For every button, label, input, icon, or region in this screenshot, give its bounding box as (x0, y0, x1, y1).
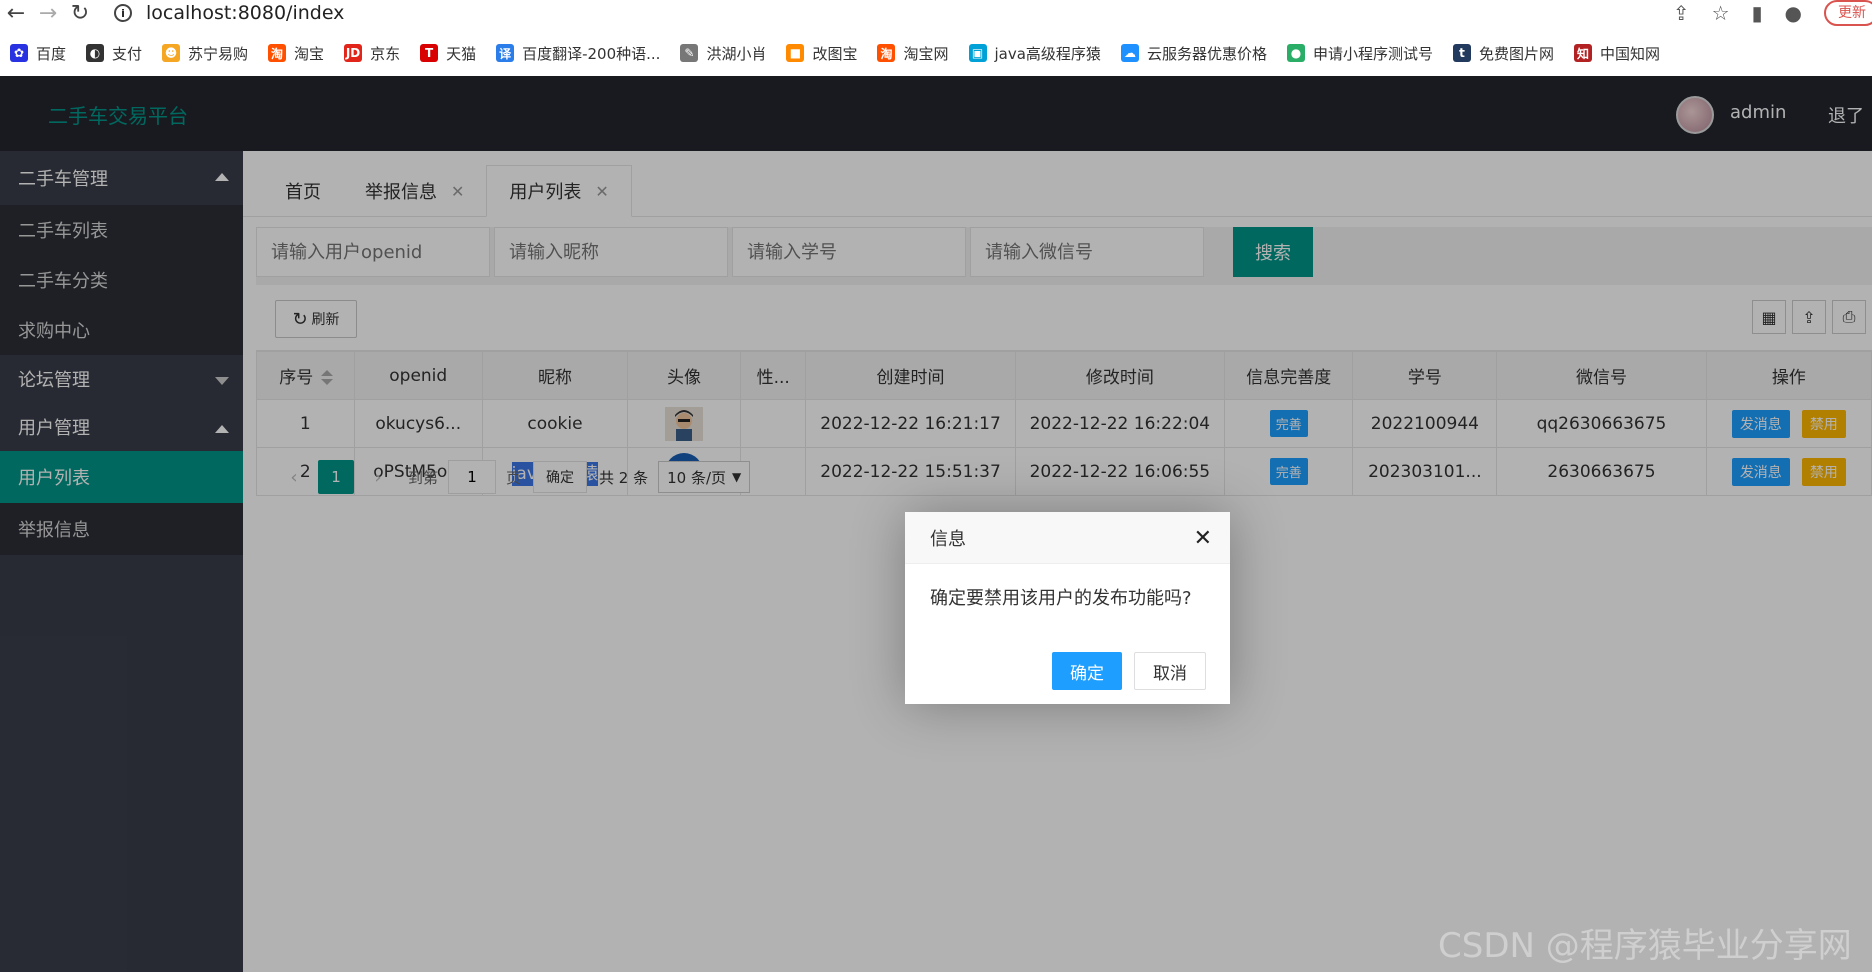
dialog-message: 确定要禁用该用户的发布功能吗? (930, 588, 1192, 609)
confirm-dialog: 信息 ✕ 确定要禁用该用户的发布功能吗? 确定 取消 (905, 512, 1230, 704)
close-icon[interactable]: ✕ (1194, 526, 1212, 551)
dialog-title: 信息 (905, 512, 1230, 564)
modal-shade[interactable] (0, 0, 1872, 972)
confirm-button[interactable]: 确定 (1052, 652, 1122, 690)
cancel-button[interactable]: 取消 (1134, 652, 1206, 690)
watermark: CSDN @程序猿毕业分享网 (1438, 926, 1852, 966)
